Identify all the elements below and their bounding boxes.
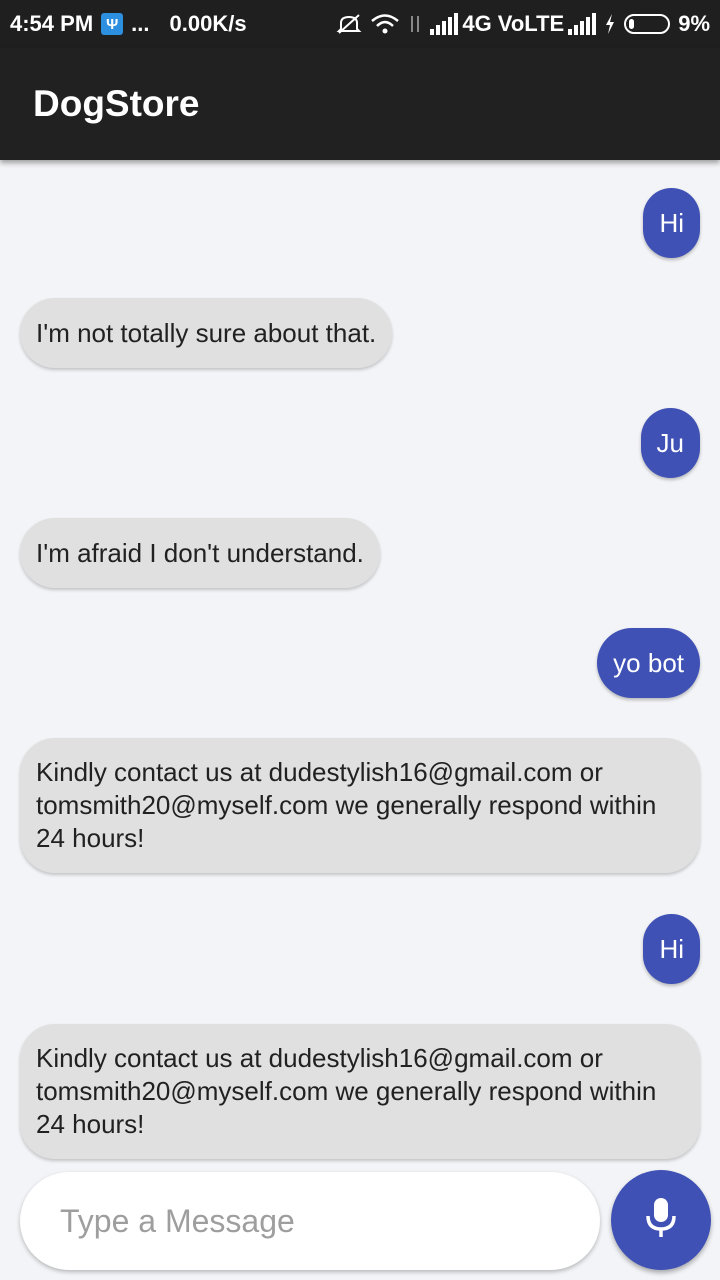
network-label: 4G VoLTE [462,11,565,36]
user-message[interactable]: Hi [643,914,700,984]
user-message[interactable]: Hi [643,188,700,258]
status-time: 4:54 PM [10,11,94,36]
app-bar: DogStore [0,48,720,160]
battery-level: 9% [678,11,710,36]
mic-button[interactable] [611,1170,711,1270]
status-more: ... [131,11,150,36]
app-title: DogStore [33,83,200,124]
charging-icon [604,13,616,35]
user-message[interactable]: yo bot [597,628,700,698]
user-message[interactable]: Ju [640,408,700,478]
mute-icon [336,13,362,35]
status-bar: 4:54 PM Ψ ... 0.00K/s 4G VoLTE 9% [0,0,720,48]
battery-icon [624,14,671,34]
bot-message[interactable]: I'm afraid I don't understand. [20,518,380,588]
data-transfer-icon [408,13,422,35]
usb-icon: Ψ [101,13,124,35]
chat-list[interactable]: Hi I'm not totally sure about that. Ju I… [0,160,720,1170]
message-composer [20,1172,600,1270]
bot-message[interactable]: Kindly contact us at dudestylish16@gmail… [20,1024,700,1159]
signal-icon-secondary [568,13,597,35]
wifi-icon [370,13,400,35]
mic-icon [643,1196,679,1245]
bot-message[interactable]: I'm not totally sure about that. [20,298,393,368]
message-input[interactable] [20,1172,600,1270]
signal-icon [430,13,459,35]
bot-message[interactable]: Kindly contact us at dudestylish16@gmail… [20,738,700,873]
status-speed: 0.00K/s [169,11,247,36]
